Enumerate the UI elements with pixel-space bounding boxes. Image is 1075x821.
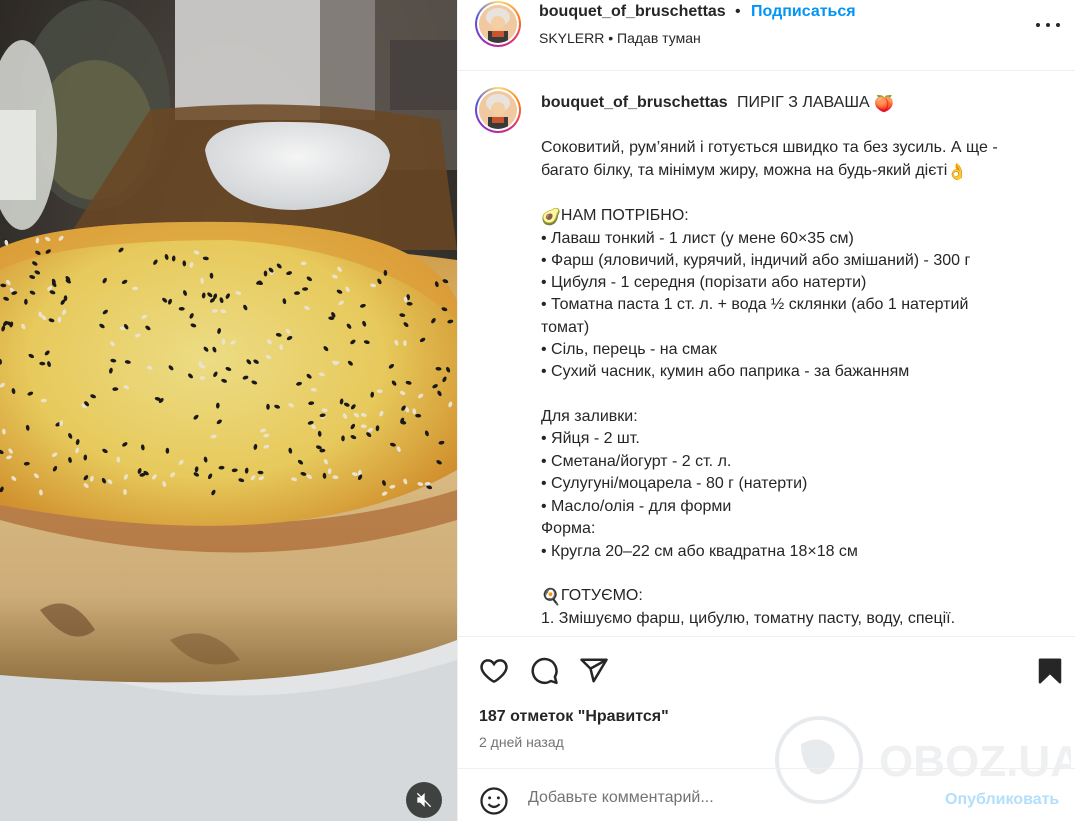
caption-line: • Сухий часник, кумин або паприка - за б… xyxy=(541,363,910,380)
separator-dot: • xyxy=(735,3,741,20)
publish-button[interactable]: Опубликовать xyxy=(945,791,1059,809)
frying-pan-emoji-icon: 🍳 xyxy=(541,589,561,606)
caption-line: • Сулугуні/моцарела - 80 г (натерти) xyxy=(541,475,808,492)
caption-line: томат) xyxy=(541,319,590,336)
comment-bar: Опубликовать xyxy=(458,768,1075,821)
caption-line: 🥑НАМ ПОТРІБНО: xyxy=(541,207,689,226)
caption-line: • Сметана/йогурт - 2 ст. л. xyxy=(541,453,732,470)
author-username[interactable]: bouquet_of_bruschettas xyxy=(539,3,726,21)
emoji-icon[interactable] xyxy=(479,786,509,816)
more-options-button[interactable] xyxy=(1036,15,1060,35)
mute-icon xyxy=(416,792,432,808)
caption-line: • Лаваш тонкий - 1 лист (у мене 60×35 см… xyxy=(541,230,854,247)
caption-line: Форма: xyxy=(541,520,596,537)
caption-line: 1. Змішуємо фарш, цибулю, томатну пасту,… xyxy=(541,610,956,627)
caption-line: 🍳ГОТУЄМО: xyxy=(541,587,643,606)
caption-line: • Масло/олія - для форми xyxy=(541,498,732,515)
comment-input[interactable] xyxy=(528,789,928,807)
author-avatar[interactable] xyxy=(475,1,521,47)
more-icon xyxy=(1036,23,1040,27)
peach-emoji-icon: 🍑 xyxy=(874,96,895,113)
share-icon[interactable] xyxy=(579,656,609,686)
pie-photo xyxy=(0,0,457,821)
post-header: bouquet_of_bruschettas • Подписаться SKY… xyxy=(458,0,1075,71)
caption-line: • Кругла 20–22 см або квадратна 18×18 см xyxy=(541,543,858,560)
caption-title: ПИРІГ З ЛАВАША 🍑 xyxy=(737,94,895,113)
caption-line: • Сіль, перець - на смак xyxy=(541,341,717,358)
caption-line: Для заливки: xyxy=(541,408,638,425)
caption-line: • Фарш (яловичий, курячий, індичий або з… xyxy=(541,252,971,269)
caption-line: • Яйця - 2 шт. xyxy=(541,430,640,447)
caption-line: багато білку, та мінімум жиру, можна на … xyxy=(541,162,968,181)
likes-count[interactable]: 187 отметок "Нравится" xyxy=(479,708,669,726)
audio-track-link[interactable]: SKYLERR • Падав туман xyxy=(539,30,701,46)
caption-author-avatar[interactable] xyxy=(475,87,521,133)
caption-line: • Томатна паста 1 ст. л. + вода ½ склянк… xyxy=(541,296,969,313)
post-timestamp[interactable]: 2 дней назад xyxy=(479,734,564,750)
post-media[interactable] xyxy=(0,0,457,821)
avocado-emoji-icon: 🥑 xyxy=(541,209,561,226)
caption-line: • Цибуля - 1 середня (порізати або натер… xyxy=(541,274,867,291)
mute-button[interactable] xyxy=(406,782,442,818)
post-panel: bouquet_of_bruschettas • Подписаться SKY… xyxy=(457,0,1075,821)
comment-icon[interactable] xyxy=(529,656,559,686)
bookmark-icon[interactable] xyxy=(1035,656,1065,686)
caption-line: Соковитий, рум’яний і готується швидко т… xyxy=(541,139,998,156)
ok-hand-emoji-icon: 👌 xyxy=(947,164,968,181)
caption-username[interactable]: bouquet_of_bruschettas xyxy=(541,94,728,112)
heart-icon[interactable] xyxy=(479,656,509,686)
caption-scroll-area[interactable]: bouquet_of_bruschettas ПИРІГ З ЛАВАША 🍑 … xyxy=(458,72,1075,636)
follow-button[interactable]: Подписаться xyxy=(751,3,856,21)
